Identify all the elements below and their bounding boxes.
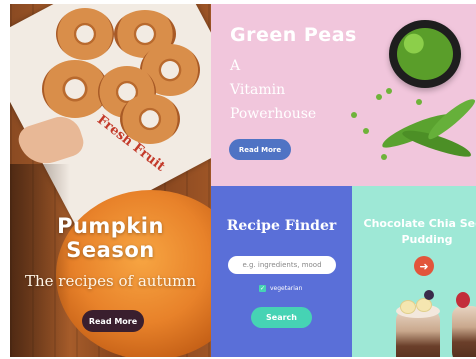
recipe-site-collage: Fresh Fruit Pumpkin Season The recipes o…: [0, 0, 476, 359]
peas-title: Green Peas: [230, 24, 357, 46]
pea-image: [376, 94, 382, 100]
pumpkin-title: Pumpkin Season: [10, 214, 211, 262]
pumpkin-title-line1: Pumpkin: [57, 214, 164, 238]
banana-slice-image: [400, 300, 416, 314]
pea-image: [381, 154, 387, 160]
recipe-finder-title: Recipe Finder: [226, 218, 337, 234]
pumpkin-subtitle: The recipes of autumn: [24, 272, 197, 290]
raspberry-image: [456, 292, 470, 308]
blueberry-image: [424, 290, 434, 300]
pea-image: [416, 99, 422, 105]
chia-title-line2: Pudding: [401, 233, 453, 246]
peas-subtitle: A Vitamin Powerhouse: [230, 54, 350, 126]
pudding-glass-image: [452, 306, 476, 357]
vegetarian-checkbox[interactable]: ✓: [259, 285, 266, 292]
chia-pudding-panel: Chocolate Chia Seed Pudding ➜: [352, 186, 476, 357]
peas-in-bowl: [397, 28, 453, 80]
pea-image: [363, 128, 369, 134]
search-button[interactable]: Search: [251, 307, 312, 328]
donut-image: [120, 94, 180, 144]
vegetarian-checkbox-row[interactable]: ✓ vegetarian: [259, 285, 302, 292]
pea-image: [386, 88, 392, 94]
pumpkin-title-line2: Season: [66, 238, 155, 262]
vegetarian-label: vegetarian: [270, 285, 303, 292]
banana-slice-image: [416, 298, 432, 312]
peas-subtitle-line1: A: [230, 58, 241, 74]
green-peas-panel: Green Peas A Vitamin Powerhouse Read Mor…: [211, 4, 476, 186]
pumpkin-read-more-button[interactable]: Read More: [82, 310, 144, 332]
chia-title-line1: Chocolate Chia Seed: [363, 217, 476, 230]
peas-bowl-image: [389, 20, 461, 88]
pea-image: [351, 112, 357, 118]
peas-read-more-button[interactable]: Read More: [229, 139, 291, 160]
peas-subtitle-line3: Powerhouse: [230, 106, 317, 122]
pumpkin-panel: Fresh Fruit Pumpkin Season The recipes o…: [10, 4, 211, 357]
donut-image: [56, 8, 114, 60]
arrow-right-icon[interactable]: ➜: [414, 256, 434, 276]
chia-title: Chocolate Chia Seed Pudding: [362, 216, 476, 248]
recipe-finder-panel: Recipe Finder ✓ vegetarian Search: [211, 186, 352, 357]
recipe-search-input[interactable]: [228, 256, 336, 274]
peas-subtitle-line2: Vitamin: [230, 82, 286, 98]
